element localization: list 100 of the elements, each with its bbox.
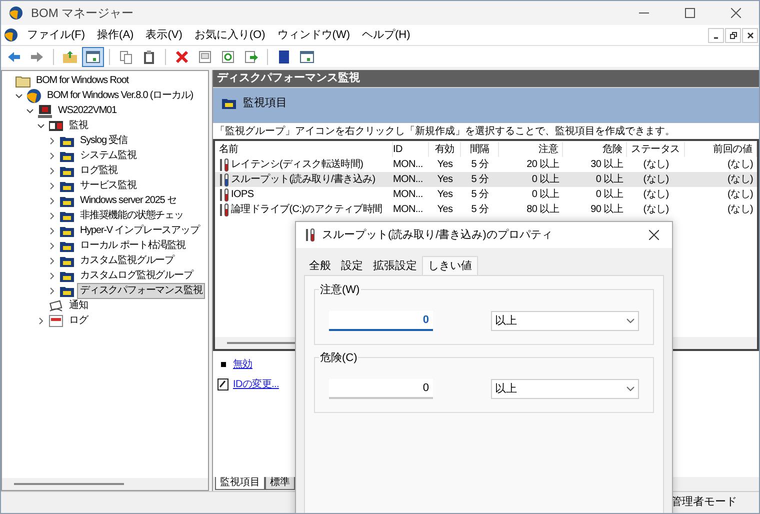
tree-item[interactable]: BOM for Windows Ver.8.0 (ローカル) (44, 88, 196, 104)
chevron-icon[interactable] (26, 106, 34, 114)
restore-icon (730, 32, 736, 38)
menu-item[interactable]: ヘルプ(H) (356, 26, 416, 44)
chevron-icon[interactable] (48, 242, 56, 250)
wrench-thermometer-icon (218, 202, 230, 216)
tree-item[interactable]: Windows server 2025 セ (77, 192, 180, 208)
group-label: 注意(W) (319, 282, 361, 298)
table-cell-text: スループット(読み取り/書き込み) (231, 172, 376, 187)
clipboard-icon (141, 48, 157, 64)
table-cell-text: Yes (436, 158, 454, 172)
export-icon (243, 48, 259, 64)
table-cell-text: IOPS (231, 188, 254, 202)
chevron-icon[interactable] (37, 122, 45, 130)
table-cell-text: MON... (393, 188, 424, 202)
bullet-icon (220, 362, 226, 367)
chevron-icon[interactable] (48, 136, 56, 144)
toolbar-button[interactable] (82, 46, 104, 66)
tree-item[interactable]: ログ (66, 312, 91, 328)
table-cell-text: 5 分 (470, 173, 490, 187)
action-link[interactable]: IDの変更... (233, 377, 279, 392)
table-cell-text: (なし) (642, 158, 670, 172)
table-cell-text: 5 分 (470, 158, 490, 172)
table-cell-text: 30 以上 (590, 158, 624, 172)
tree-item[interactable]: Syslog 受信 (77, 132, 130, 148)
mdi-restore-button[interactable] (725, 28, 741, 42)
threshold-field[interactable]: 0 (329, 379, 433, 399)
section-title: 監視項目 (243, 96, 287, 111)
chevron-icon[interactable] (48, 182, 56, 190)
tree-item[interactable]: カスタムログ監視グループ (77, 268, 196, 284)
mdi-close-button[interactable] (742, 28, 758, 42)
action-link[interactable]: 無効 (233, 357, 252, 372)
menu-item[interactable]: 操作(A) (91, 26, 140, 44)
description-text: 「監視グループ」アイコンを右クリックし「新規作成」を選択することで、監視項目を作成できます。 (213, 123, 759, 139)
condition-dropdown[interactable]: 以上 (491, 311, 639, 331)
tree-item[interactable]: 非推奨機能の状態チェッ (77, 208, 186, 224)
table-cell-text: 5 分 (470, 203, 490, 217)
threshold-field[interactable]: 0 (329, 311, 433, 331)
tree-item[interactable]: ログ監視 (77, 162, 121, 178)
properties-icon (197, 48, 213, 64)
table-cell-text: (なし) (642, 188, 670, 202)
chevron-icon[interactable] (15, 92, 23, 100)
refresh-icon (220, 48, 236, 64)
app-logo-icon (9, 6, 23, 20)
menu-item[interactable]: ウィンドウ(W) (271, 26, 356, 44)
table-cell-text: 90 以上 (590, 202, 624, 217)
delete-cross-icon (174, 48, 190, 64)
pane-header: ディスクパフォーマンス監視 (213, 70, 759, 87)
folder-icon (62, 48, 78, 64)
chevron-icon[interactable] (48, 196, 56, 204)
chevron-down-icon (626, 386, 635, 392)
chevron-icon[interactable] (48, 166, 56, 174)
chevron-icon[interactable] (48, 212, 56, 220)
wrench-thermometer-icon (218, 158, 230, 172)
chevron-down-icon (626, 318, 635, 324)
chevron-icon[interactable] (37, 316, 45, 324)
view-tab[interactable]: 標準 (265, 477, 295, 490)
chevron-icon[interactable] (48, 286, 56, 294)
menu-item[interactable]: ファイル(F) (21, 26, 92, 44)
window-pane-icon (299, 48, 315, 64)
tree-item[interactable]: サービス監視 (77, 178, 140, 194)
view-tab[interactable]: 監視項目 (215, 477, 265, 490)
table-cell-text: (なし) (726, 158, 754, 172)
dialog-tab[interactable]: しきい値 (422, 256, 478, 275)
table-cell-text: MON... (393, 158, 424, 172)
table-cell-text: Yes (436, 203, 454, 217)
tree-item[interactable]: システム監視 (77, 148, 140, 164)
computer-icon (37, 102, 53, 118)
condition-dropdown[interactable]: 以上 (491, 379, 639, 399)
table-cell-text: 0 以上 (594, 172, 624, 187)
tree-item[interactable]: ディスクパフォーマンス監視 (77, 282, 206, 298)
table-cell-text: レイテンシ(ディスク転送時間) (231, 158, 364, 172)
table-cell-text: MON... (393, 203, 424, 217)
table-cell-text: (なし) (726, 203, 754, 217)
tree-item[interactable]: ローカル ポート枯渇監視 (77, 238, 189, 254)
tree-item[interactable]: カスタム監視グループ (77, 252, 178, 268)
tree-item[interactable]: WS2022VM01 (55, 102, 120, 118)
wrench-thermometer-icon (218, 172, 230, 186)
close-icon (649, 230, 659, 240)
horizontal-scrollbar[interactable] (2, 478, 208, 490)
close-icon (731, 8, 741, 18)
chevron-icon[interactable] (48, 152, 56, 160)
chevron-icon[interactable] (48, 272, 56, 280)
window-pane-icon (85, 48, 101, 64)
log-icon (48, 312, 64, 328)
tree-item[interactable]: 通知 (66, 298, 91, 314)
menu-item[interactable]: 表示(V) (140, 26, 188, 44)
tree-item[interactable]: BOM for Windows Root (33, 72, 132, 88)
close-icon (746, 32, 754, 38)
table-row[interactable]: スループット(読み取り/書き込み) MON... Yes 5 分 0 以上 0 以上 (なし) (なし) (215, 172, 757, 187)
table-cell-text: 0 以上 (594, 188, 624, 202)
tree-item[interactable]: Hyper-V インプレースアップ (77, 222, 202, 238)
menu-item[interactable]: お気に入り(O) (188, 26, 272, 44)
tree-item[interactable]: 監視 (66, 118, 91, 134)
table-cell-text: 80 以上 (526, 202, 560, 217)
table-cell-text: (なし) (642, 173, 670, 187)
chevron-icon[interactable] (48, 226, 56, 234)
table-cell-text: 20 以上 (526, 158, 560, 172)
table-cell-text: Yes (436, 173, 454, 187)
chevron-icon[interactable] (48, 256, 56, 264)
